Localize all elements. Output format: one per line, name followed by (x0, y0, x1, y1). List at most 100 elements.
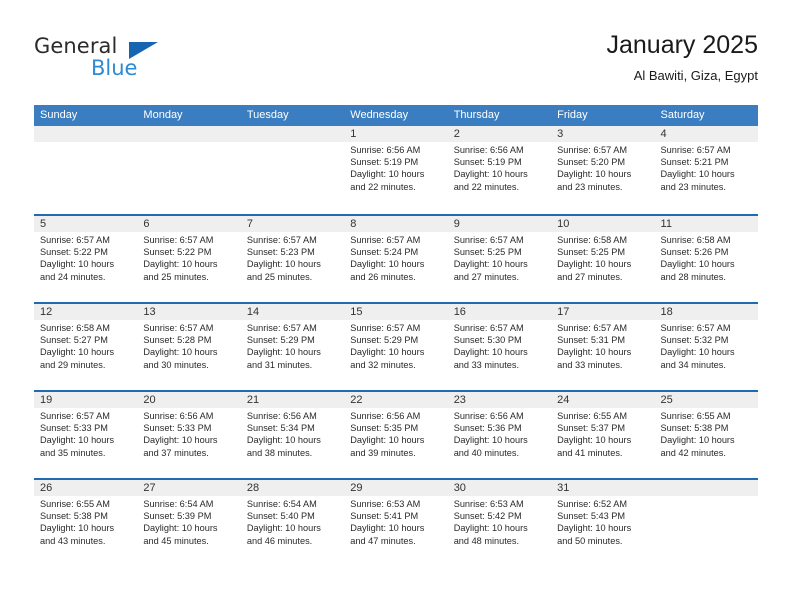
day-sun-info: Sunrise: 6:57 AM Sunset: 5:22 PM Daylight:… (40, 234, 131, 283)
day-sun-info: Sunrise: 6:58 AM Sunset: 5:25 PM Daylight:… (557, 234, 648, 283)
day-sun-info: Sunrise: 6:56 AM Sunset: 5:35 PM Daylight:… (350, 410, 441, 459)
day-sun-info: Sunrise: 6:57 AM Sunset: 5:23 PM Daylight:… (247, 234, 338, 283)
calendar-day-cell[interactable]: 12 Sunrise: 6:58 AM Sunset: 5:27 PM Dayligh… (34, 304, 137, 390)
day-sunrise-text: Sunrise: 6:54 AM (246, 499, 317, 509)
day-sunrise-text: Sunrise: 6:58 AM (557, 235, 628, 245)
day-number: 6 (143, 218, 150, 230)
day-daylight2-text: and 25 minutes. (246, 271, 313, 282)
calendar-day-cell[interactable]: 17 Sunrise: 6:57 AM Sunset: 5:31 PM Dayligh… (551, 304, 654, 390)
day-daylight1-text: Daylight: 10 hours (40, 435, 115, 446)
calendar-day-cell[interactable]: 18 Sunrise: 6:57 AM Sunset: 5:32 PM Dayligh… (655, 304, 758, 390)
day-daylight1-text: Daylight: 10 hours (40, 523, 115, 534)
day-daylight1-text: Daylight: 10 hours (40, 347, 115, 358)
calendar-day-cell[interactable]: 20 Sunrise: 6:56 AM Sunset: 5:33 PM Dayligh… (137, 392, 240, 478)
day-sunrise-text: Sunrise: 6:56 AM (453, 145, 524, 155)
day-sunset-text: Sunset: 5:39 PM (143, 511, 212, 522)
calendar-day-cell[interactable]: 9 Sunrise: 6:57 AM Sunset: 5:25 PM Daylight… (448, 216, 551, 302)
calendar-day-cell[interactable]: 30 Sunrise: 6:53 AM Sunset: 5:42 PM Dayligh… (448, 480, 551, 566)
day-sunset-text: Sunset: 5:21 PM (660, 157, 729, 168)
day-daylight2-text: and 47 minutes. (350, 535, 416, 546)
general-blue-logo[interactable]: General Blue (34, 30, 254, 90)
calendar-weeks: 1 Sunrise: 6:56 AM Sunset: 5:19 PM Daylight… (34, 126, 758, 566)
day-number: 15 (350, 306, 363, 318)
day-daylight1-text: Daylight: 10 hours (143, 523, 218, 534)
calendar-day-cell[interactable]: 3 Sunrise: 6:57 AM Sunset: 5:20 PM Daylight… (551, 126, 654, 214)
day-sun-info: Sunrise: 6:57 AM Sunset: 5:20 PM Daylight:… (557, 144, 648, 193)
day-daylight2-text: and 30 minutes. (143, 359, 209, 370)
day-sun-info: Sunrise: 6:57 AM Sunset: 5:29 PM Daylight:… (350, 322, 441, 371)
calendar-day-cell[interactable]: 2 Sunrise: 6:56 AM Sunset: 5:19 PM Daylight… (448, 126, 551, 214)
calendar-day-cell[interactable]: 4 Sunrise: 6:57 AM Sunset: 5:21 PM Daylight… (655, 126, 758, 214)
day-sunset-text: Sunset: 5:24 PM (350, 247, 419, 258)
calendar-day-cell[interactable]: 22 Sunrise: 6:56 AM Sunset: 5:35 PM Dayligh… (344, 392, 447, 478)
day-sunset-text: Sunset: 5:22 PM (143, 247, 212, 258)
day-number: 30 (453, 482, 466, 494)
day-daylight1-text: Daylight: 10 hours (143, 347, 218, 358)
calendar-week-row: 5 Sunrise: 6:57 AM Sunset: 5:22 PM Daylight… (34, 214, 758, 302)
calendar-day-cell[interactable]: 27 Sunrise: 6:54 AM Sunset: 5:39 PM Dayligh… (137, 480, 240, 566)
logo-text-general: General (34, 34, 118, 58)
calendar-day-cell[interactable]: 24 Sunrise: 6:55 AM Sunset: 5:37 PM Dayligh… (551, 392, 654, 478)
day-sun-info: Sunrise: 6:57 AM Sunset: 5:24 PM Daylight:… (350, 234, 441, 283)
day-sun-info: Sunrise: 6:55 AM Sunset: 5:37 PM Daylight:… (557, 410, 648, 459)
day-daylight1-text: Daylight: 10 hours (660, 259, 735, 270)
day-sunset-text: Sunset: 5:20 PM (557, 157, 626, 168)
day-sun-info: Sunrise: 6:57 AM Sunset: 5:29 PM Daylight:… (247, 322, 338, 371)
day-daylight1-text: Daylight: 10 hours (557, 169, 632, 180)
calendar-day-cell[interactable]: 1 Sunrise: 6:56 AM Sunset: 5:19 PM Daylight… (344, 126, 447, 214)
calendar-day-cell[interactable]: 10 Sunrise: 6:58 AM Sunset: 5:25 PM Dayligh… (551, 216, 654, 302)
day-sun-info: Sunrise: 6:57 AM Sunset: 5:28 PM Daylight:… (143, 322, 234, 371)
day-sunset-text: Sunset: 5:35 PM (350, 423, 419, 434)
day-number: 29 (350, 482, 363, 494)
day-daylight1-text: Daylight: 10 hours (557, 347, 632, 358)
day-daylight1-text: Daylight: 10 hours (350, 435, 425, 446)
calendar-day-cell[interactable]: 29 Sunrise: 6:53 AM Sunset: 5:41 PM Dayligh… (344, 480, 447, 566)
day-daylight2-text: and 40 minutes. (453, 447, 520, 458)
calendar-day-cell[interactable]: 11 Sunrise: 6:58 AM Sunset: 5:26 PM Dayligh… (655, 216, 758, 302)
day-sunset-text: Sunset: 5:34 PM (246, 423, 315, 434)
day-sunset-text: Sunset: 5:32 PM (660, 335, 729, 346)
calendar-day-cell[interactable]: 7 Sunrise: 6:57 AM Sunset: 5:23 PM Daylight… (241, 216, 344, 302)
weekday-header-monday: Monday (143, 109, 183, 121)
day-number: 9 (453, 218, 460, 230)
day-daylight2-text: and 31 minutes. (246, 359, 313, 370)
calendar-day-cell[interactable]: 25 Sunrise: 6:55 AM Sunset: 5:38 PM Dayligh… (655, 392, 758, 478)
day-daylight2-text: and 43 minutes. (40, 535, 106, 546)
day-sun-info: Sunrise: 6:58 AM Sunset: 5:27 PM Daylight:… (40, 322, 131, 371)
day-sunrise-text: Sunrise: 6:57 AM (40, 235, 110, 245)
weekday-header-wednesday: Wednesday (350, 109, 409, 121)
calendar-grid: Sunday Monday Tuesday Wednesday Thursday Frid… (34, 105, 758, 566)
day-sunrise-text: Sunrise: 6:57 AM (350, 323, 421, 333)
day-sunrise-text: Sunrise: 6:52 AM (557, 499, 628, 509)
day-daylight2-text: and 27 minutes. (453, 271, 520, 282)
day-sunrise-text: Sunrise: 6:57 AM (350, 235, 421, 245)
day-number: 31 (557, 482, 570, 494)
logo-text-blue: Blue (91, 56, 138, 80)
day-daylight1-text: Daylight: 10 hours (350, 169, 425, 180)
day-number: 4 (660, 128, 667, 140)
calendar-day-cell[interactable]: 26 Sunrise: 6:55 AM Sunset: 5:38 PM Dayligh… (34, 480, 137, 566)
day-number: 27 (143, 482, 156, 494)
calendar-day-cell[interactable]: 21 Sunrise: 6:56 AM Sunset: 5:34 PM Dayligh… (241, 392, 344, 478)
day-sun-info: Sunrise: 6:53 AM Sunset: 5:42 PM Daylight:… (454, 498, 545, 547)
location-subtitle: Al Bawiti, Giza, Egypt (633, 68, 758, 83)
day-daylight2-text: and 38 minutes. (246, 447, 313, 458)
day-sun-info: Sunrise: 6:54 AM Sunset: 5:40 PM Daylight:… (247, 498, 338, 547)
calendar-day-cell[interactable]: 28 Sunrise: 6:54 AM Sunset: 5:40 PM Dayligh… (241, 480, 344, 566)
calendar-day-cell[interactable]: 23 Sunrise: 6:56 AM Sunset: 5:36 PM Dayligh… (448, 392, 551, 478)
day-number: 17 (557, 306, 570, 318)
day-daylight2-text: and 41 minutes. (557, 447, 623, 458)
calendar-day-cell[interactable]: 8 Sunrise: 6:57 AM Sunset: 5:24 PM Daylight… (344, 216, 447, 302)
day-sunset-text: Sunset: 5:25 PM (453, 247, 522, 258)
day-daylight1-text: Daylight: 10 hours (557, 435, 632, 446)
calendar-day-cell[interactable]: 6 Sunrise: 6:57 AM Sunset: 5:22 PM Daylight… (137, 216, 240, 302)
calendar-day-cell[interactable]: 31 Sunrise: 6:52 AM Sunset: 5:43 PM Dayligh… (551, 480, 654, 566)
calendar-day-cell[interactable]: 15 Sunrise: 6:57 AM Sunset: 5:29 PM Dayligh… (344, 304, 447, 390)
day-sun-info: Sunrise: 6:56 AM Sunset: 5:19 PM Daylight:… (350, 144, 441, 193)
calendar-day-cell[interactable]: 16 Sunrise: 6:57 AM Sunset: 5:30 PM Dayligh… (448, 304, 551, 390)
calendar-day-cell[interactable]: 5 Sunrise: 6:57 AM Sunset: 5:22 PM Daylight… (34, 216, 137, 302)
day-sunset-text: Sunset: 5:19 PM (350, 157, 419, 168)
calendar-day-cell[interactable]: 13 Sunrise: 6:57 AM Sunset: 5:28 PM Dayligh… (137, 304, 240, 390)
calendar-day-cell[interactable]: 19 Sunrise: 6:57 AM Sunset: 5:33 PM Dayligh… (34, 392, 137, 478)
calendar-day-cell[interactable]: 14 Sunrise: 6:57 AM Sunset: 5:29 PM Dayligh… (241, 304, 344, 390)
